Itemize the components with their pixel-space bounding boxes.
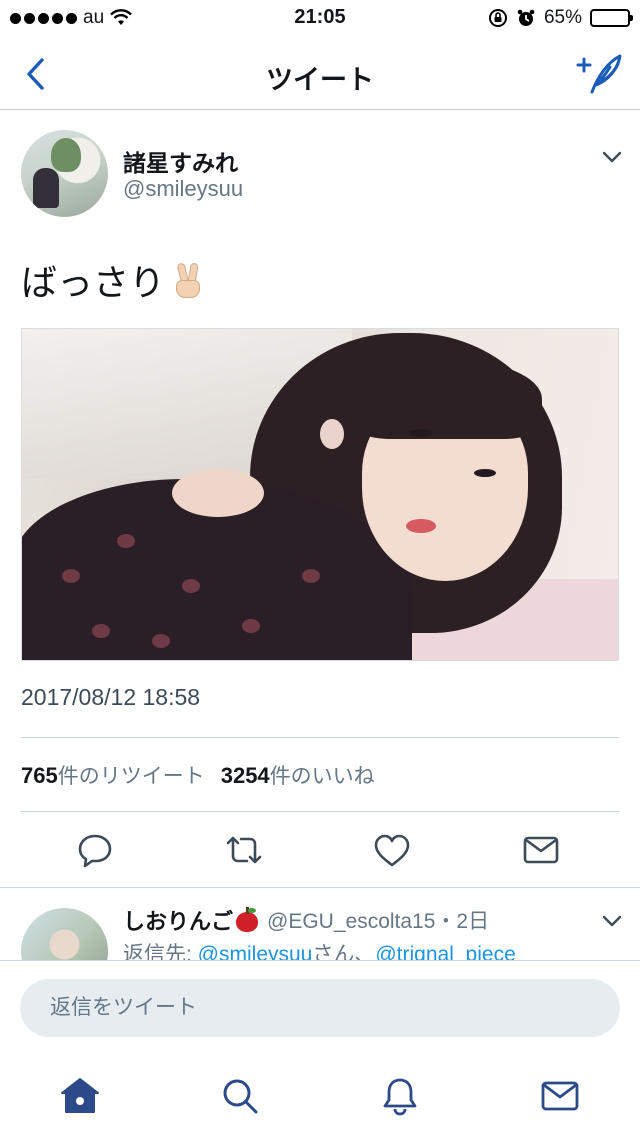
- reply-to-separator: さん、: [312, 943, 376, 960]
- tab-messages[interactable]: [538, 1074, 582, 1118]
- reply-to-prefix: 返信先:: [123, 943, 198, 960]
- like-count: 3254: [220, 763, 270, 788]
- like-label: 件のいいね: [269, 765, 375, 788]
- user-display-name[interactable]: 諸星すみれ: [123, 144, 238, 178]
- tab-search[interactable]: [218, 1074, 262, 1118]
- retweet-stat[interactable]: 765件のリツイート: [21, 760, 205, 790]
- tweet-photo[interactable]: [21, 328, 619, 661]
- divider: [21, 811, 619, 812]
- tab-bar: [0, 1060, 640, 1138]
- orientation-lock-icon: [488, 8, 508, 28]
- navigation-bar: ツイート: [0, 38, 640, 110]
- reply-user-avatar[interactable]: [21, 908, 108, 960]
- like-button[interactable]: [370, 828, 414, 872]
- divider: [21, 737, 619, 738]
- reply-to-mention[interactable]: @trignal_piece: [375, 943, 515, 960]
- direct-message-icon: [523, 836, 559, 864]
- alarm-icon: [516, 8, 536, 28]
- reply-composer: [0, 961, 640, 1056]
- user-avatar[interactable]: [21, 130, 108, 217]
- chevron-down-icon: [602, 151, 622, 163]
- reply-input[interactable]: [20, 979, 620, 1037]
- reply-handle-time: @EGU_escolta15・2日: [267, 910, 490, 933]
- compose-tweet-icon: [576, 54, 622, 94]
- tweet-menu-button[interactable]: [600, 148, 624, 166]
- avatar-plant: [51, 138, 81, 172]
- home-icon: [61, 1078, 99, 1113]
- reply-button[interactable]: [73, 828, 117, 872]
- tweet-timestamp: 2017/08/12 18:58: [21, 684, 201, 710]
- battery-icon: [590, 9, 633, 27]
- tweet-stats: 765件のリツイート 3254件のいいね: [21, 760, 375, 790]
- reply-to-line: 返信先: @smileysuuさん、@trignal_piece: [123, 938, 516, 960]
- battery-percent: 65%: [543, 7, 582, 28]
- compose-tweet-button[interactable]: [576, 50, 624, 98]
- retweet-button[interactable]: [222, 828, 266, 872]
- notifications-icon: [383, 1078, 417, 1116]
- chevron-down-icon: [602, 915, 622, 927]
- status-right: 65%: [488, 7, 633, 29]
- direct-message-button[interactable]: [519, 828, 563, 872]
- avatar-person: [33, 168, 59, 208]
- status-bar: au 21:05 65%: [0, 0, 640, 38]
- like-stat[interactable]: 3254件のいいね: [221, 760, 375, 790]
- retweet-icon: [226, 836, 262, 864]
- page-title: ツイート: [266, 65, 374, 95]
- retweet-count: 765: [21, 763, 58, 788]
- reply-to-mention[interactable]: @smileysuu: [198, 943, 313, 960]
- retweet-label: 件のリツイート: [57, 765, 205, 788]
- search-icon: [223, 1079, 258, 1114]
- tweet-actions: [0, 828, 640, 872]
- like-icon: [374, 834, 410, 867]
- reply-user-name[interactable]: しおりんご: [123, 904, 233, 936]
- tab-notifications[interactable]: [378, 1074, 422, 1118]
- reply-header: しおりんご @EGU_escolta15・2日: [123, 904, 489, 936]
- reply-tweet[interactable]: しおりんご @EGU_escolta15・2日 返信先: @smileysuuさ…: [0, 888, 640, 960]
- tab-home[interactable]: [58, 1074, 102, 1118]
- tweet-text: ばっさり: [21, 254, 205, 306]
- reply-menu-button[interactable]: [600, 912, 624, 930]
- victory-hand-emoji-icon: [171, 261, 205, 299]
- reply-icon: [78, 834, 112, 868]
- apple-emoji-icon: [235, 907, 259, 933]
- tweet-text-body: ばっさり: [21, 262, 166, 303]
- messages-icon: [541, 1081, 579, 1111]
- user-handle[interactable]: @smileysuu: [123, 176, 243, 202]
